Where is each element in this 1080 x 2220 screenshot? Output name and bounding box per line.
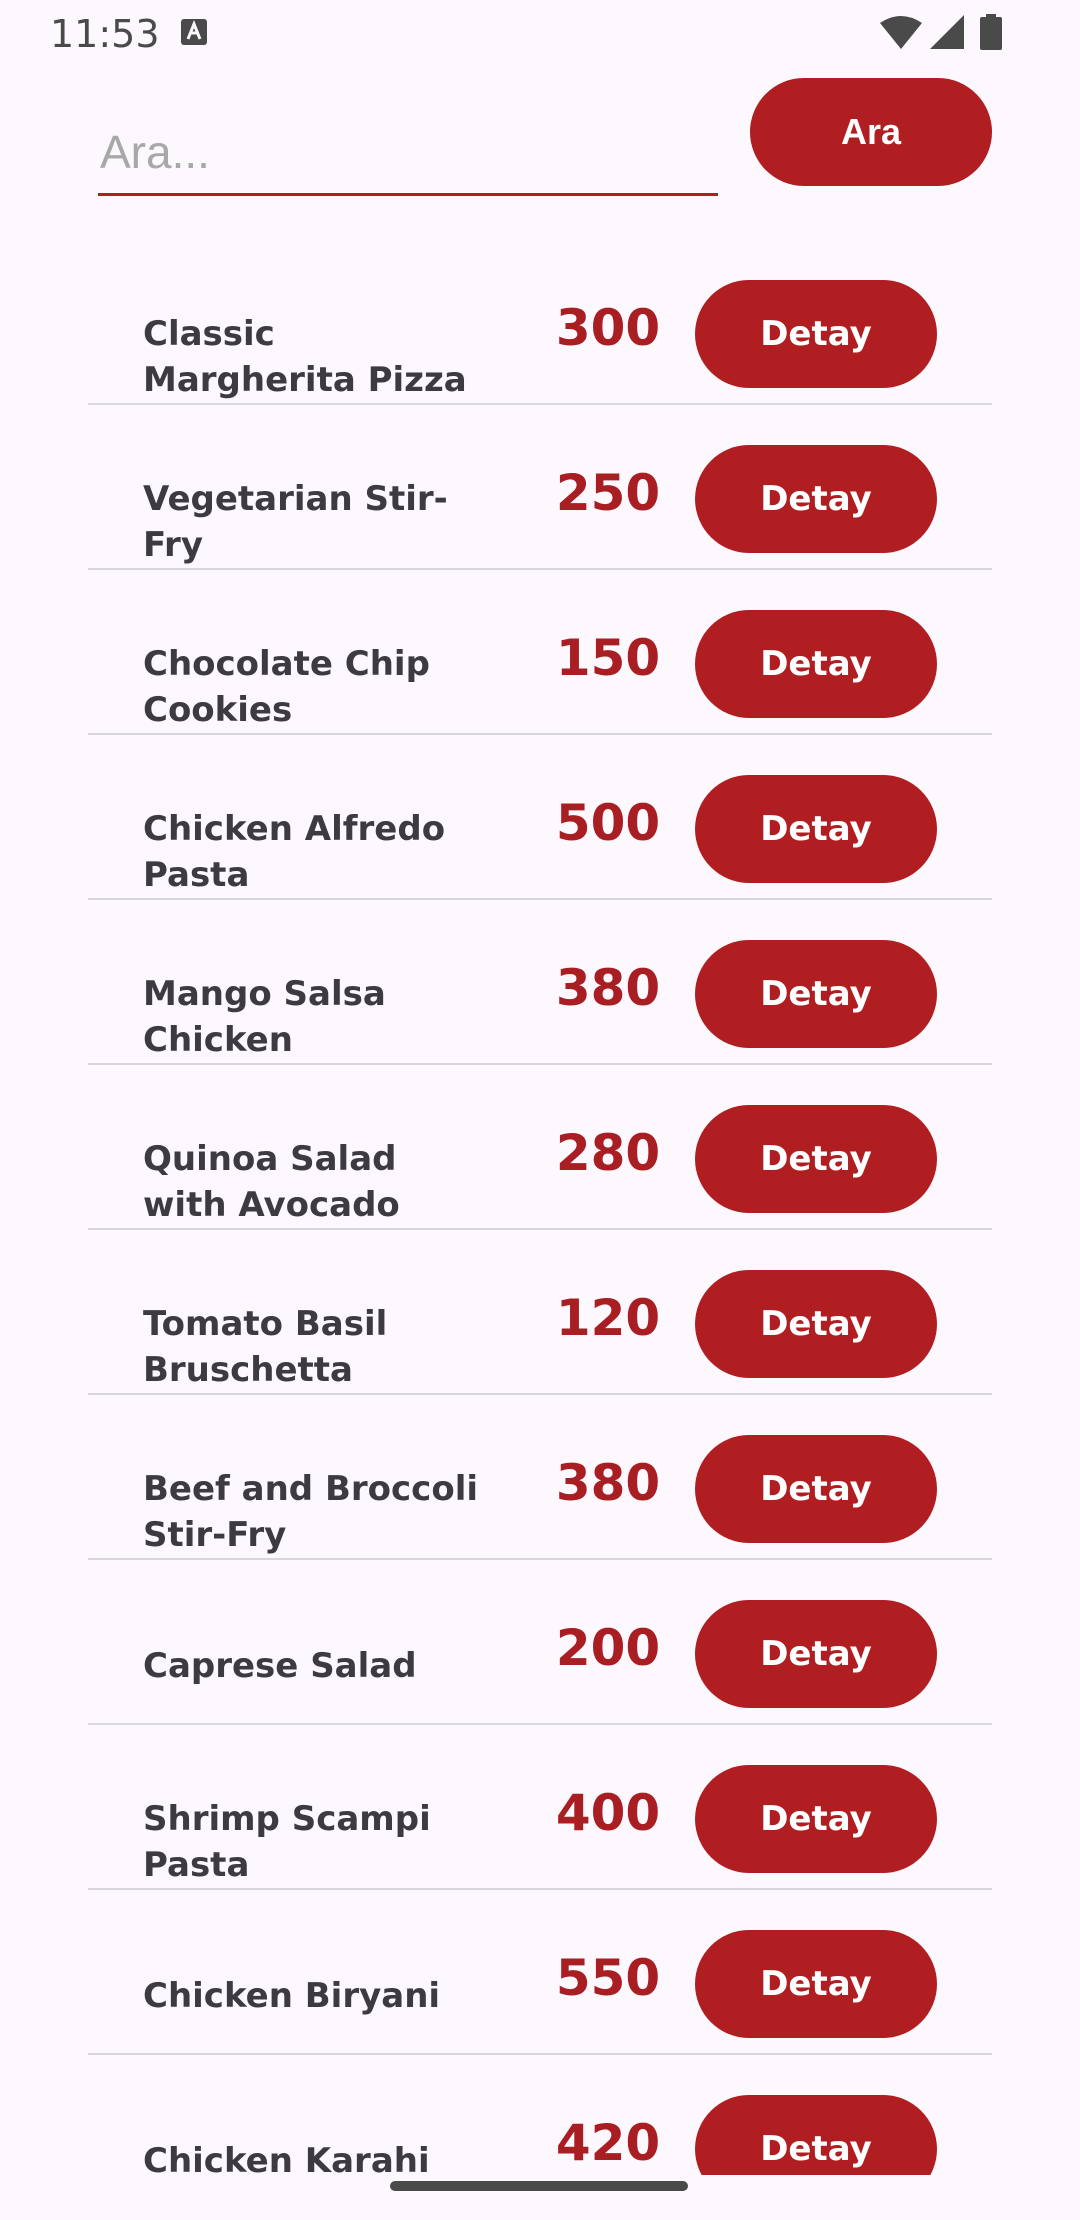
list-item: Tomato Basil Bruschetta 120 Detay (88, 1230, 992, 1395)
recipe-price: 400 (555, 1784, 661, 1842)
list-item: Mango Salsa Chicken 380 Detay (88, 900, 992, 1065)
recipe-list[interactable]: Classic Margherita Pizza 300 Detay Vegetari… (88, 240, 992, 2175)
detail-button[interactable]: Detay (695, 1435, 937, 1543)
recipe-price: 550 (555, 1949, 661, 2007)
detail-button[interactable]: Detay (695, 940, 937, 1048)
wifi-icon (880, 16, 922, 49)
detail-button[interactable]: Detay (695, 610, 937, 718)
home-indicator[interactable] (390, 2181, 688, 2191)
detail-button[interactable]: Detay (695, 1105, 937, 1213)
recipe-price: 120 (555, 1289, 661, 1347)
list-item: Quinoa Salad with Avocado 280 Detay (88, 1065, 992, 1230)
list-item: Shrimp Scampi Pasta 400 Detay (88, 1725, 992, 1890)
recipe-name: Tomato Basil Bruschetta (143, 1304, 388, 1390)
list-item: Chocolate Chip Cookies 150 Detay (88, 570, 992, 735)
status-bar: 11:53 (0, 0, 1080, 66)
recipe-name: Chicken Biryani (143, 1976, 441, 2016)
recipe-name: Quinoa Salad with Avocado (143, 1139, 400, 1225)
recipe-price: 380 (555, 1454, 661, 1512)
recipe-name: Chicken Alfredo Pasta (143, 809, 446, 895)
status-time: 11:53 (50, 12, 160, 56)
detail-button[interactable]: Detay (695, 445, 937, 553)
list-item: Chicken Alfredo Pasta 500 Detay (88, 735, 992, 900)
recipe-name: Shrimp Scampi Pasta (143, 1799, 431, 1885)
list-item: Caprese Salad 200 Detay (88, 1560, 992, 1725)
recipe-name: Vegetarian Stir-Fry (143, 479, 448, 565)
list-item: Vegetarian Stir-Fry 250 Detay (88, 405, 992, 570)
detail-button[interactable]: Detay (695, 1270, 937, 1378)
detail-button[interactable]: Detay (695, 1765, 937, 1873)
list-item: Chicken Karahi 420 Detay (88, 2055, 992, 2175)
recipe-price: 500 (555, 794, 661, 852)
detail-button[interactable]: Detay (695, 775, 937, 883)
recipe-price: 420 (555, 2114, 661, 2172)
battery-icon (980, 14, 1002, 50)
list-item: Chicken Biryani 550 Detay (88, 1890, 992, 2055)
detail-button[interactable]: Detay (695, 1930, 937, 2038)
list-item: Beef and Broccoli Stir-Fry 380 Detay (88, 1395, 992, 1560)
recipe-price: 300 (555, 299, 661, 357)
search-input[interactable] (98, 110, 718, 196)
search-button[interactable]: Ara (750, 78, 992, 186)
recipe-price: 150 (555, 629, 661, 687)
list-item: Classic Margherita Pizza 300 Detay (88, 240, 992, 405)
detail-button[interactable]: Detay (695, 2095, 937, 2175)
recipe-price: 250 (555, 464, 661, 522)
recipe-price: 380 (555, 959, 661, 1017)
recipe-name: Classic Margherita Pizza (143, 314, 467, 400)
recipe-name: Beef and Broccoli Stir-Fry (143, 1469, 479, 1555)
recipe-name: Chocolate Chip Cookies (143, 644, 430, 730)
detail-button[interactable]: Detay (695, 280, 937, 388)
recipe-name: Chicken Karahi (143, 2141, 430, 2175)
detail-button[interactable]: Detay (695, 1600, 937, 1708)
recipe-price: 280 (555, 1124, 661, 1182)
signal-icon (930, 15, 964, 49)
recipe-name: Mango Salsa Chicken (143, 974, 386, 1060)
recipe-price: 200 (555, 1619, 661, 1677)
recipe-name: Caprese Salad (143, 1646, 417, 1686)
keyboard-a-icon (181, 19, 207, 45)
